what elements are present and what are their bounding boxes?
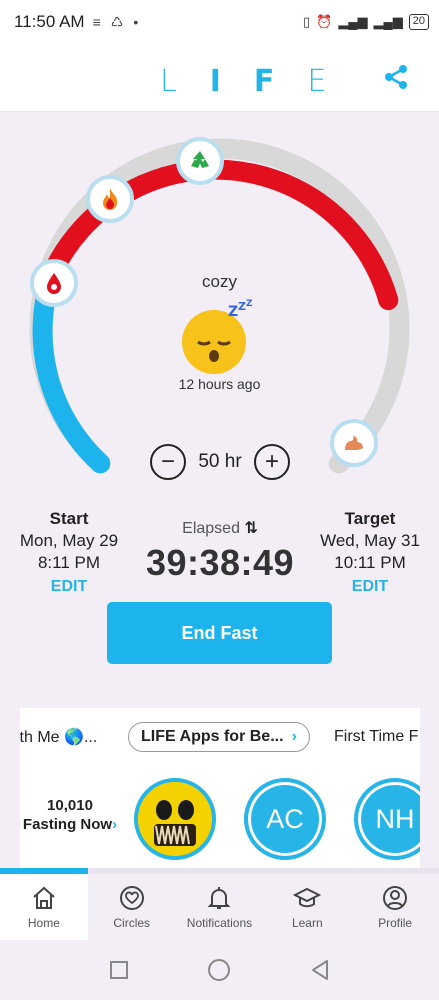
- fire-icon: [103, 188, 118, 210]
- vibrate-icon: ▯: [302, 14, 311, 29]
- decrease-hours-button[interactable]: −: [150, 444, 186, 480]
- tab-notifications[interactable]: Notifications: [176, 874, 264, 940]
- system-nav-bar: [0, 940, 439, 1000]
- bell-icon: [208, 887, 231, 909]
- recycle-badge[interactable]: [176, 137, 224, 185]
- mood-time-ago: 12 hours ago: [178, 376, 261, 392]
- start-title: Start: [49, 509, 89, 528]
- avatar-image: [138, 782, 212, 856]
- app-header: L I F E: [0, 44, 439, 112]
- alarm-icon: ⏰: [316, 14, 333, 29]
- target-time: 10:11 PM: [334, 553, 406, 572]
- profile-icon: [383, 886, 408, 910]
- edit-target-button[interactable]: EDIT: [309, 574, 431, 600]
- avatar[interactable]: AC: [244, 778, 326, 860]
- status-time: 11:50 AM: [14, 12, 85, 31]
- recents-icon[interactable]: [109, 960, 129, 980]
- fasting-now-counter[interactable]: 10,010 Fasting Now›: [20, 796, 120, 834]
- muscle-badge[interactable]: [330, 419, 378, 467]
- target-title: Target: [344, 509, 396, 528]
- svg-text:Z: Z: [238, 300, 246, 313]
- share-icon[interactable]: [381, 62, 411, 92]
- swap-icon: ⇅: [244, 520, 258, 537]
- circles-icon: [119, 886, 144, 910]
- fasting-now-label: Fasting Now: [22, 816, 113, 833]
- home-icon: [33, 886, 55, 909]
- sync-icon: ♺: [110, 13, 124, 30]
- signal-4g-icon: ▂▄▆: [373, 14, 403, 29]
- circles-panel: ith Me 🌎... LIFE Apps for Be... › First …: [20, 708, 420, 868]
- avatar[interactable]: NH: [354, 778, 420, 860]
- svg-text:Z: Z: [246, 299, 253, 309]
- goal-hours-control: − 50 hr +: [150, 444, 290, 480]
- chevron-right-icon: ›: [112, 816, 118, 833]
- chevron-right-icon: ›: [291, 728, 297, 745]
- start-time: 8:11 PM: [37, 553, 101, 572]
- elapsed-label[interactable]: Elapsed ⇅: [140, 518, 300, 538]
- fasting-timer: cozy Z Z Z 12 hours ago − 50 hr + Start …: [0, 112, 439, 702]
- svg-text:Z: Z: [228, 304, 238, 320]
- back-icon[interactable]: [310, 959, 330, 981]
- target-info: Target Wed, May 31 10:11 PM EDIT: [309, 508, 431, 600]
- tab-profile[interactable]: Profile: [351, 874, 439, 940]
- elapsed-time: 39:38:49: [145, 542, 295, 583]
- avatar-initials: NH: [375, 803, 415, 834]
- fasting-count: 10,010: [47, 797, 93, 814]
- muscle-icon: [345, 436, 363, 450]
- edit-start-button[interactable]: EDIT: [8, 574, 130, 600]
- sliders-icon: ≡: [92, 14, 101, 30]
- target-date: Wed, May 31: [320, 531, 420, 550]
- tab-home[interactable]: Home: [0, 874, 88, 940]
- goal-hours-value: 50 hr: [198, 451, 242, 472]
- signal-icon: ▂▄▆: [338, 14, 368, 29]
- avatar[interactable]: [134, 778, 216, 860]
- tab-learn[interactable]: Learn: [263, 874, 351, 940]
- start-date: Mon, May 29: [19, 531, 119, 550]
- avatar-initials: AC: [266, 803, 304, 834]
- circle-chip-selected[interactable]: LIFE Apps for Be... ›: [128, 722, 310, 752]
- fire-badge[interactable]: [86, 175, 134, 223]
- recycle-icon: [191, 151, 209, 168]
- increase-hours-button[interactable]: +: [254, 444, 290, 480]
- home-nav-icon[interactable]: [207, 958, 231, 982]
- life-logo: L I F E: [160, 64, 327, 99]
- sleeping-face-icon: Z Z Z: [182, 299, 253, 374]
- tab-circles[interactable]: Circles: [88, 874, 176, 940]
- circle-chip[interactable]: First Time F: [334, 722, 418, 752]
- circle-chip[interactable]: ith Me 🌎...: [20, 722, 97, 752]
- battery-icon: 20: [408, 14, 429, 30]
- mood-label: cozy: [202, 272, 237, 291]
- dot-icon: •: [133, 14, 139, 30]
- bottom-tab-bar: Home Circles Notifications Learn Profile: [0, 874, 439, 940]
- start-info: Start Mon, May 29 8:11 PM EDIT: [8, 508, 130, 600]
- end-fast-button[interactable]: End Fast: [107, 602, 332, 664]
- status-bar: 11:50 AM ≡ ♺ • ▯ ⏰ ▂▄▆ ▂▄▆ 20: [0, 0, 439, 44]
- graduation-cap-icon: [293, 887, 322, 908]
